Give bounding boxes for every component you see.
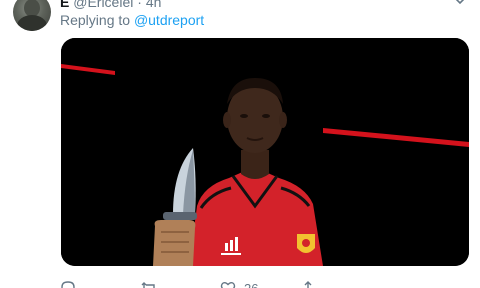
avatar[interactable] — [13, 0, 51, 31]
replying-handle-link[interactable]: @utdreport — [134, 12, 204, 28]
tweet-media-image[interactable] — [61, 38, 469, 266]
tweet-actions: 26 — [60, 278, 460, 288]
kit-crest-right — [297, 234, 315, 253]
heart-icon — [220, 280, 236, 288]
chevron-down-icon[interactable] — [453, 0, 467, 8]
tweet-time[interactable]: 4h — [146, 0, 162, 10]
tweet-header: E @Ericelei · 4h — [60, 0, 161, 10]
like-count: 26 — [244, 280, 259, 288]
replying-to: Replying to @utdreport — [60, 12, 204, 29]
retweet-icon — [140, 280, 158, 288]
display-name[interactable]: E — [60, 0, 69, 10]
tweet-card[interactable]: E @Ericelei · 4h Replying to @utdreport — [0, 0, 480, 288]
avatar-body — [17, 15, 47, 31]
time-separator: · — [137, 0, 142, 10]
like-button[interactable]: 26 — [220, 278, 258, 288]
reply-button[interactable] — [60, 278, 84, 288]
user-handle[interactable]: @Ericelei — [73, 0, 133, 10]
share-button[interactable] — [300, 278, 324, 288]
replying-prefix: Replying to — [60, 12, 131, 28]
retweet-button[interactable] — [140, 278, 166, 288]
reply-icon — [60, 280, 76, 288]
share-icon — [300, 280, 316, 288]
